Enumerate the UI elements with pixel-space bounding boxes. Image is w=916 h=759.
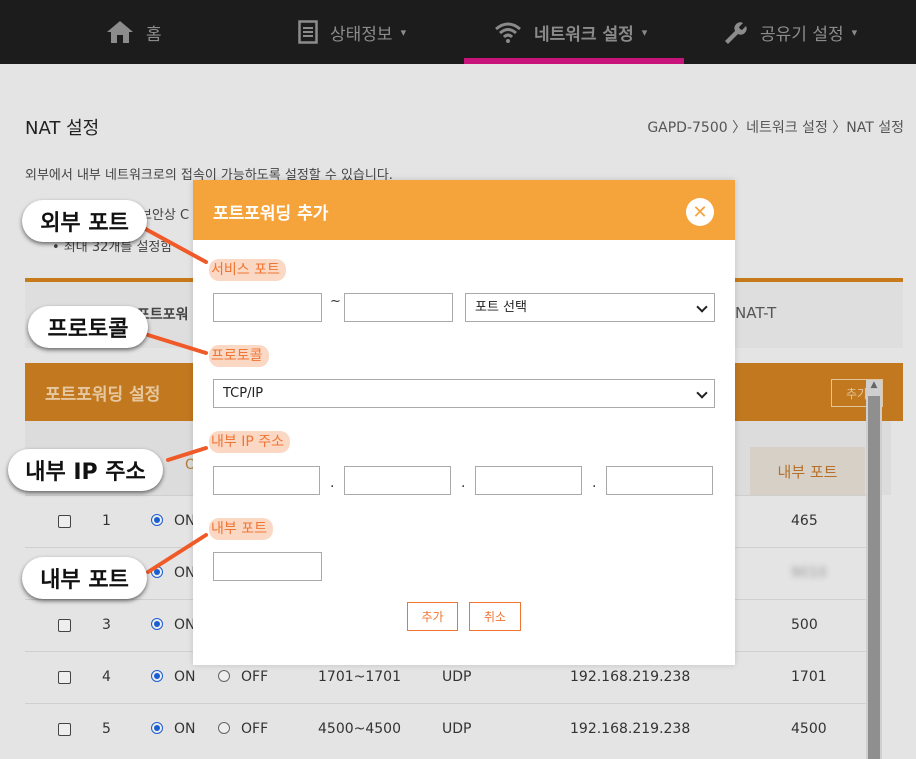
- on-radio[interactable]: [151, 722, 163, 734]
- on-radio[interactable]: [151, 618, 163, 630]
- chevron-down-icon: ▾: [851, 25, 858, 39]
- page-title: NAT 설정: [25, 118, 100, 139]
- on-label: ON: [174, 669, 196, 685]
- ip-separator: .: [592, 475, 597, 491]
- callout-internal-port: 내부 포트: [22, 557, 147, 599]
- nav-network[interactable]: 네트워크 설정 ▾: [494, 0, 647, 64]
- page-description-security: 보안상 C: [140, 208, 190, 223]
- internal-port-value: 4500: [791, 721, 827, 737]
- dialog-title: 포트포워딩 추가: [213, 204, 329, 224]
- external-port-range: 4500~4500: [318, 721, 401, 737]
- on-radio[interactable]: [151, 566, 163, 578]
- wifi-icon: [495, 22, 521, 43]
- wrench-icon: [725, 22, 747, 44]
- external-port-range: 1701~1701: [318, 669, 401, 685]
- row-checkbox[interactable]: [58, 671, 71, 684]
- table-row: 5 ON OFF 4500~4500 UDP 192.168.219.238 4…: [25, 703, 866, 755]
- internal-ip-value: 192.168.219.238: [570, 721, 691, 737]
- row-number: 3: [102, 617, 111, 633]
- internal-port-input[interactable]: [213, 552, 322, 581]
- row-number: 4: [102, 669, 111, 685]
- dialog-header: 포트포워딩 추가 ✕: [193, 180, 735, 240]
- port-forwarding-add-dialog: 포트포워딩 추가 ✕ 서비스 포트 ~ 포트 선택 프로토콜 TCP/IP 내부…: [193, 180, 735, 665]
- nav-router-label: 공유기 설정: [760, 24, 844, 45]
- callout-protocol: 프로토콜: [28, 306, 148, 348]
- ip-octet-3-input[interactable]: [475, 466, 582, 495]
- port-select-value: 포트 선택: [475, 300, 527, 315]
- ip-octet-1-input[interactable]: [213, 466, 320, 495]
- breadcrumb: GAPD-7500 〉네트워크 설정 〉NAT 설정: [647, 120, 904, 136]
- nav-home-label: 홈: [146, 24, 162, 45]
- close-icon[interactable]: ✕: [686, 198, 714, 226]
- chevron-down-icon: ▾: [641, 25, 648, 39]
- tab-nat-t[interactable]: NAT-T: [735, 304, 776, 322]
- off-radio[interactable]: [218, 670, 230, 682]
- callout-internal-ip: 내부 IP 주소: [8, 449, 163, 491]
- row-number: 1: [102, 513, 111, 529]
- off-label: OFF: [241, 669, 269, 685]
- row-checkbox[interactable]: [58, 619, 71, 632]
- row-checkbox[interactable]: [58, 723, 71, 736]
- section-title: 포트포워딩 설정: [45, 385, 161, 405]
- row-number: 5: [102, 721, 111, 737]
- ip-separator: .: [330, 475, 335, 491]
- chevron-down-icon: ▾: [400, 25, 407, 39]
- internal-ip-label: 내부 IP 주소: [209, 431, 290, 453]
- scrollbar-thumb[interactable]: [868, 396, 880, 759]
- nav-status-label: 상태정보: [330, 24, 393, 45]
- range-separator: ~: [330, 294, 341, 309]
- home-icon: [107, 21, 133, 43]
- column-internal-port: 내부 포트: [750, 447, 865, 495]
- row-checkbox[interactable]: [58, 515, 71, 528]
- on-label: ON: [174, 721, 196, 737]
- cancel-button[interactable]: 취소: [469, 602, 521, 631]
- ip-separator: .: [461, 475, 466, 491]
- protocol-value: UDP: [442, 669, 472, 685]
- service-port-label: 서비스 포트: [209, 259, 286, 281]
- on-radio[interactable]: [151, 670, 163, 682]
- nav-home[interactable]: 홈: [106, 0, 162, 64]
- nav-status[interactable]: 상태정보 ▾: [298, 0, 406, 64]
- internal-port-value: 9010: [791, 565, 827, 581]
- service-port-start-input[interactable]: [213, 293, 322, 322]
- ip-octet-4-input[interactable]: [606, 466, 713, 495]
- internal-ip-value: 192.168.219.238: [570, 669, 691, 685]
- internal-port-value: 500: [791, 617, 818, 633]
- port-select[interactable]: 포트 선택: [465, 293, 715, 322]
- nav-router[interactable]: 공유기 설정 ▾: [722, 0, 857, 64]
- chevron-down-icon: [696, 387, 708, 399]
- protocol-select-value: TCP/IP: [223, 386, 264, 401]
- document-icon: [298, 20, 318, 44]
- internal-port-label: 내부 포트: [209, 518, 273, 540]
- protocol-select[interactable]: TCP/IP: [213, 379, 715, 408]
- off-label: OFF: [241, 721, 269, 737]
- scroll-up-arrow-icon[interactable]: ▲: [866, 380, 882, 394]
- protocol-value: UDP: [442, 721, 472, 737]
- add-button[interactable]: 추가: [407, 602, 458, 631]
- off-radio[interactable]: [218, 722, 230, 734]
- service-port-end-input[interactable]: [344, 293, 453, 322]
- on-radio[interactable]: [151, 514, 163, 526]
- chevron-down-icon: [696, 301, 708, 313]
- top-navigation: 홈 상태정보 ▾ 네트워크 설정 ▾ 공유기 설정 ▾: [0, 0, 916, 64]
- nav-network-label: 네트워크 설정: [534, 24, 634, 45]
- ip-octet-2-input[interactable]: [344, 466, 451, 495]
- internal-port-value: 1701: [791, 669, 827, 685]
- protocol-label: 프로토콜: [209, 345, 269, 367]
- internal-port-value: 465: [791, 513, 818, 529]
- callout-external-port: 외부 포트: [22, 200, 147, 242]
